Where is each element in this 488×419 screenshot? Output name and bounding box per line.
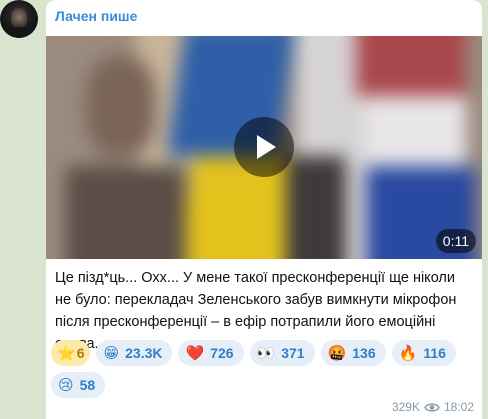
play-icon — [257, 135, 276, 159]
crying-face-icon: 😢 — [58, 377, 74, 394]
view-count: 329K — [391, 400, 420, 414]
reaction-count: 6 — [76, 345, 85, 361]
fire-icon: 🔥 — [398, 345, 418, 362]
grin-emoji-icon: 😁 — [103, 345, 120, 362]
heart-icon: ❤️ — [185, 345, 205, 362]
play-button[interactable] — [234, 117, 294, 177]
angry-face-icon: 🤬 — [327, 345, 347, 362]
reaction-fire[interactable]: 🔥 116 — [391, 340, 456, 366]
reaction-star[interactable]: ⭐ 6 — [51, 340, 91, 366]
eye-icon — [424, 402, 440, 412]
reaction-count: 116 — [423, 345, 446, 361]
reaction-count: 58 — [79, 377, 96, 393]
reactions-bar: ⭐ 6 😁 23.3K ❤️ 726 👀 371 🤬 136 🔥 116 😢 5… — [51, 340, 477, 398]
star-icon: ⭐ — [57, 345, 76, 362]
video-duration: 0:11 — [435, 229, 476, 253]
message-time: 18:02 — [443, 400, 474, 414]
message-meta: 329K 18:02 — [392, 400, 474, 414]
reaction-heart[interactable]: ❤️ 726 — [178, 340, 244, 366]
eyes-icon: 👀 — [256, 345, 276, 362]
reaction-count: 371 — [281, 345, 305, 361]
reaction-count: 726 — [210, 345, 234, 361]
reaction-count: 23.3K — [125, 345, 163, 361]
reaction-angry[interactable]: 🤬 136 — [320, 340, 386, 366]
reaction-eyes[interactable]: 👀 371 — [249, 340, 315, 366]
avatar-face — [11, 8, 27, 28]
sender-name[interactable]: Лачен пише — [55, 8, 137, 24]
reaction-count: 136 — [352, 345, 376, 361]
video-preview[interactable]: 0:11 — [46, 36, 482, 259]
avatar-shoulders — [4, 27, 34, 38]
message-bubble: Лачен пише 0:11 Це пізд*ць... Охх... У м… — [46, 0, 482, 419]
channel-avatar[interactable] — [0, 0, 38, 38]
reaction-cry[interactable]: 😢 58 — [51, 372, 106, 398]
reaction-grin[interactable]: 😁 23.3K — [96, 340, 173, 366]
